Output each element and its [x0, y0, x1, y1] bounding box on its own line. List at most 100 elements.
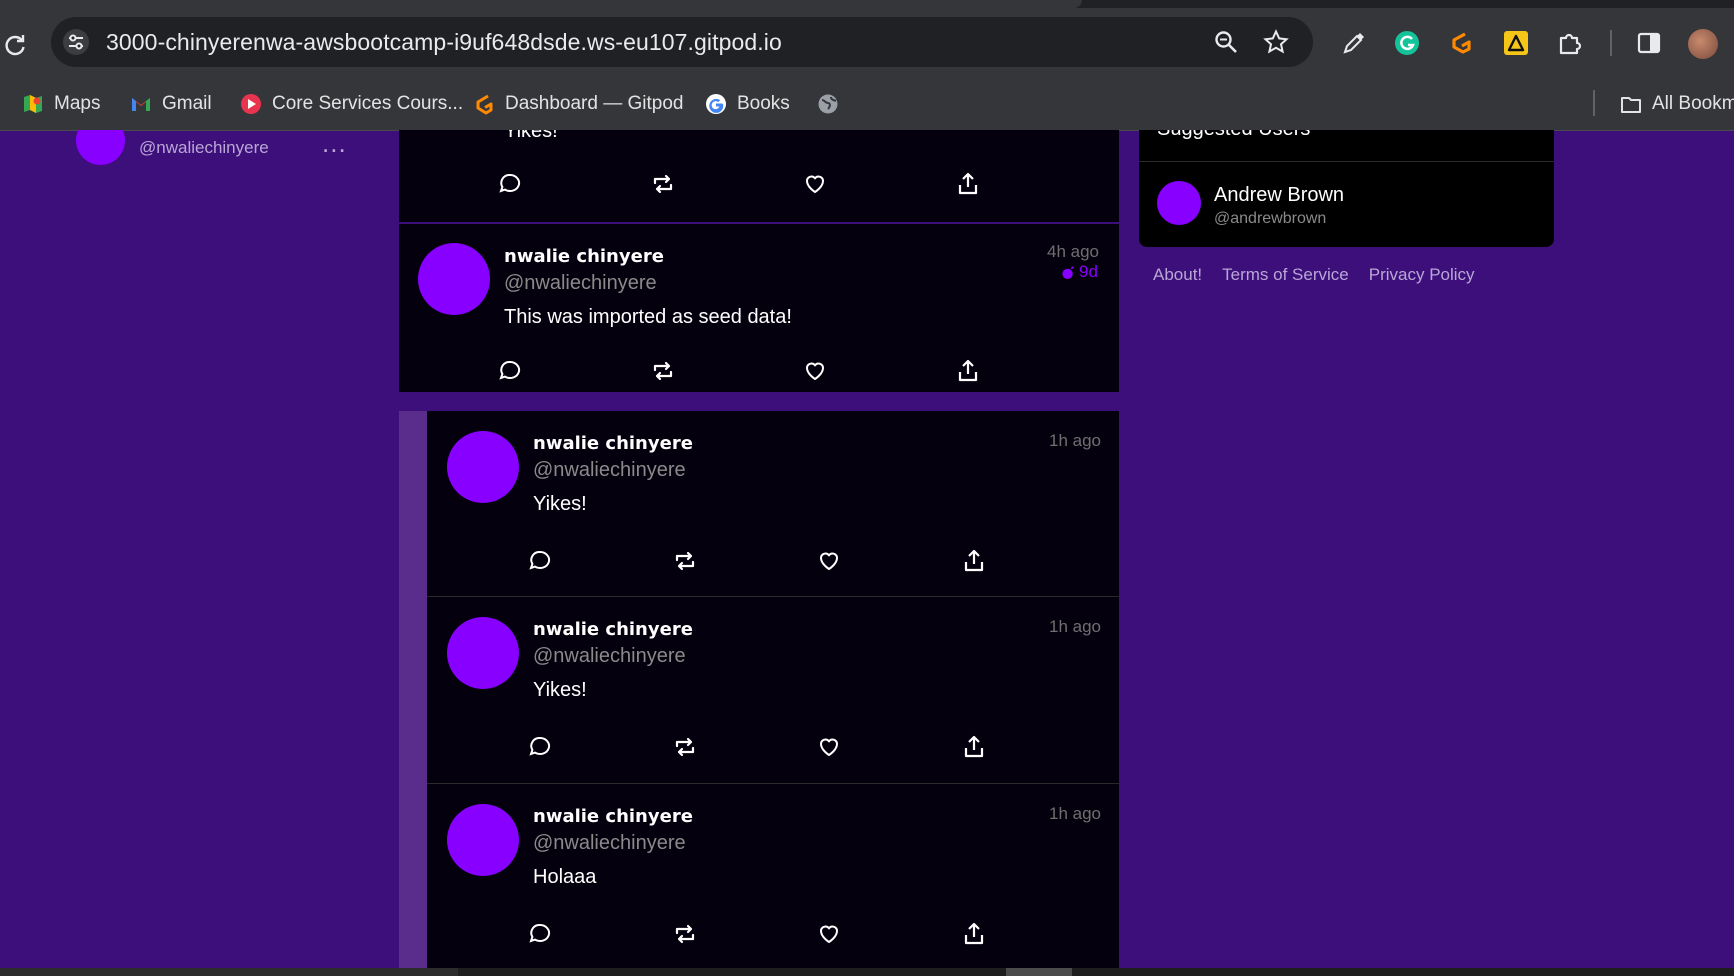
share-icon[interactable]: [961, 548, 987, 574]
globe-icon: [817, 93, 839, 115]
reply-handle[interactable]: @nwaliechinyere: [533, 645, 686, 668]
like-icon[interactable]: [802, 358, 828, 384]
scrollbar-track: [0, 968, 458, 976]
suggested-user-handle[interactable]: @andrewbrown: [1214, 210, 1326, 228]
profile-handle: @nwaliechinyere: [139, 138, 269, 157]
address-bar[interactable]: 3000-chinyerenwa-awsbootcamp-i9uf648dsde…: [51, 17, 1313, 67]
repost-icon[interactable]: [650, 171, 676, 197]
activity-card[interactable]: Yikes!: [399, 130, 1119, 222]
bookmarks-divider: [1593, 90, 1595, 116]
browser-toolbar: 3000-chinyerenwa-awsbootcamp-i9uf648dsde…: [0, 8, 1734, 78]
reply-icon[interactable]: [527, 734, 553, 760]
like-icon[interactable]: [816, 734, 842, 760]
reload-icon[interactable]: [2, 32, 28, 58]
tab-strip: [0, 0, 1734, 8]
profile-avatar-icon[interactable]: [1688, 29, 1718, 59]
activity-expires-value: 9d: [1079, 262, 1098, 281]
url-text[interactable]: 3000-chinyerenwa-awsbootcamp-i9uf648dsde…: [106, 29, 782, 56]
side-panel-icon[interactable]: [1635, 29, 1663, 57]
profile-more-icon[interactable]: ...: [322, 130, 347, 159]
activity-handle[interactable]: @nwaliechinyere: [504, 272, 657, 295]
bookmark-label: Books: [737, 93, 790, 114]
bookmark-books[interactable]: Books: [705, 88, 790, 120]
bookmarks-bar: Maps Gmail Core Services Cours... Dashbo…: [0, 78, 1734, 131]
extensions-puzzle-icon[interactable]: [1556, 29, 1584, 57]
share-icon[interactable]: [961, 734, 987, 760]
bookmark-maps[interactable]: Maps: [22, 88, 100, 120]
share-icon[interactable]: [961, 921, 987, 947]
reply-icon[interactable]: [527, 921, 553, 947]
bookmark-label: Core Services Cours...: [272, 93, 464, 114]
repost-icon[interactable]: [672, 921, 698, 947]
suggested-users-title: Suggested Users: [1157, 130, 1310, 141]
gitpod-extension-icon[interactable]: [1447, 29, 1475, 57]
reply-display-name[interactable]: nwalie chinyere: [533, 806, 693, 827]
bookmark-label: Dashboard — Gitpod: [505, 93, 684, 114]
like-icon[interactable]: [816, 548, 842, 574]
gmail-icon: [130, 93, 152, 115]
eyedropper-extension-icon[interactable]: [1340, 29, 1368, 57]
grammarly-extension-icon[interactable]: [1393, 29, 1421, 57]
suggested-users-panel: Suggested Users Andrew Brown @andrewbrow…: [1139, 130, 1554, 247]
reply-avatar[interactable]: [447, 431, 519, 503]
reply-message: Holaaa: [533, 866, 597, 888]
all-bookmarks[interactable]: All Bookm: [1620, 88, 1734, 120]
reply-display-name[interactable]: nwalie chinyere: [533, 619, 693, 640]
horizontal-scrollbar[interactable]: [0, 968, 1734, 976]
bookmark-core-services[interactable]: Core Services Cours...: [240, 88, 463, 120]
privacy-link[interactable]: Privacy Policy: [1369, 265, 1475, 285]
reply-handle[interactable]: @nwaliechinyere: [533, 459, 686, 482]
suggested-user-avatar[interactable]: [1157, 181, 1201, 225]
bookmark-star-icon[interactable]: [1263, 29, 1289, 55]
reply-handle[interactable]: @nwaliechinyere: [533, 832, 686, 855]
bookmark-globe[interactable]: [817, 88, 839, 120]
terms-link[interactable]: Terms of Service: [1222, 265, 1349, 285]
warning-extension-icon[interactable]: [1502, 29, 1530, 57]
footer-links: About! Terms of Service Privacy Policy: [1153, 265, 1475, 285]
reply-avatar[interactable]: [447, 617, 519, 689]
reply-created-time: 1h ago: [1049, 804, 1101, 823]
repost-icon[interactable]: [672, 734, 698, 760]
reply-card[interactable]: nwalie chinyere @nwaliechinyere Yikes! 1…: [427, 597, 1119, 784]
activity-avatar[interactable]: [418, 243, 490, 315]
reply-avatar[interactable]: [447, 804, 519, 876]
bomb-icon: [1062, 265, 1074, 279]
gitpod-icon: [473, 93, 495, 115]
bookmark-label: Gmail: [162, 93, 212, 114]
active-tab[interactable]: [0, 0, 1082, 8]
reply-card[interactable]: nwalie chinyere @nwaliechinyere Holaaa 1…: [427, 784, 1119, 968]
suggested-user-name[interactable]: Andrew Brown: [1214, 184, 1344, 207]
bookmark-gmail[interactable]: Gmail: [130, 88, 212, 120]
activity-card[interactable]: nwalie chinyere @nwaliechinyere This was…: [399, 224, 1119, 392]
reply-display-name[interactable]: nwalie chinyere: [533, 433, 693, 454]
share-icon[interactable]: [955, 358, 981, 384]
reply-created-time: 1h ago: [1049, 617, 1101, 636]
reply-icon[interactable]: [527, 548, 553, 574]
like-icon[interactable]: [816, 921, 842, 947]
repost-icon[interactable]: [672, 548, 698, 574]
reply-icon[interactable]: [497, 358, 523, 384]
divider: [1139, 161, 1554, 162]
page-viewport: @nwaliechinyere ... Yikes! nwalie chinye…: [0, 130, 1734, 968]
zoom-icon[interactable]: [1213, 29, 1239, 55]
activity-created-time: 4h ago: [1047, 242, 1099, 261]
reply-message: Yikes!: [533, 679, 587, 701]
bookmark-label: All Bookm: [1652, 93, 1734, 114]
like-icon[interactable]: [802, 171, 828, 197]
reply-message: Yikes!: [533, 493, 587, 515]
reply-card[interactable]: nwalie chinyere @nwaliechinyere Yikes! 1…: [427, 411, 1119, 597]
site-info-icon[interactable]: [63, 29, 89, 55]
activity-expires: 9d: [1061, 262, 1098, 282]
repost-icon[interactable]: [650, 358, 676, 384]
scrollbar-thumb[interactable]: [1006, 968, 1072, 976]
share-icon[interactable]: [955, 171, 981, 197]
toolbar-divider: [1610, 30, 1612, 56]
reply-icon[interactable]: [497, 171, 523, 197]
activity-message: This was imported as seed data!: [504, 306, 792, 328]
bookmark-gitpod-dashboard[interactable]: Dashboard — Gitpod: [473, 88, 684, 120]
activity-display-name[interactable]: nwalie chinyere: [504, 246, 664, 267]
profile-avatar[interactable]: [76, 130, 125, 165]
activity-message: Yikes!: [504, 130, 558, 142]
about-link[interactable]: About!: [1153, 265, 1202, 285]
maps-icon: [22, 93, 44, 115]
